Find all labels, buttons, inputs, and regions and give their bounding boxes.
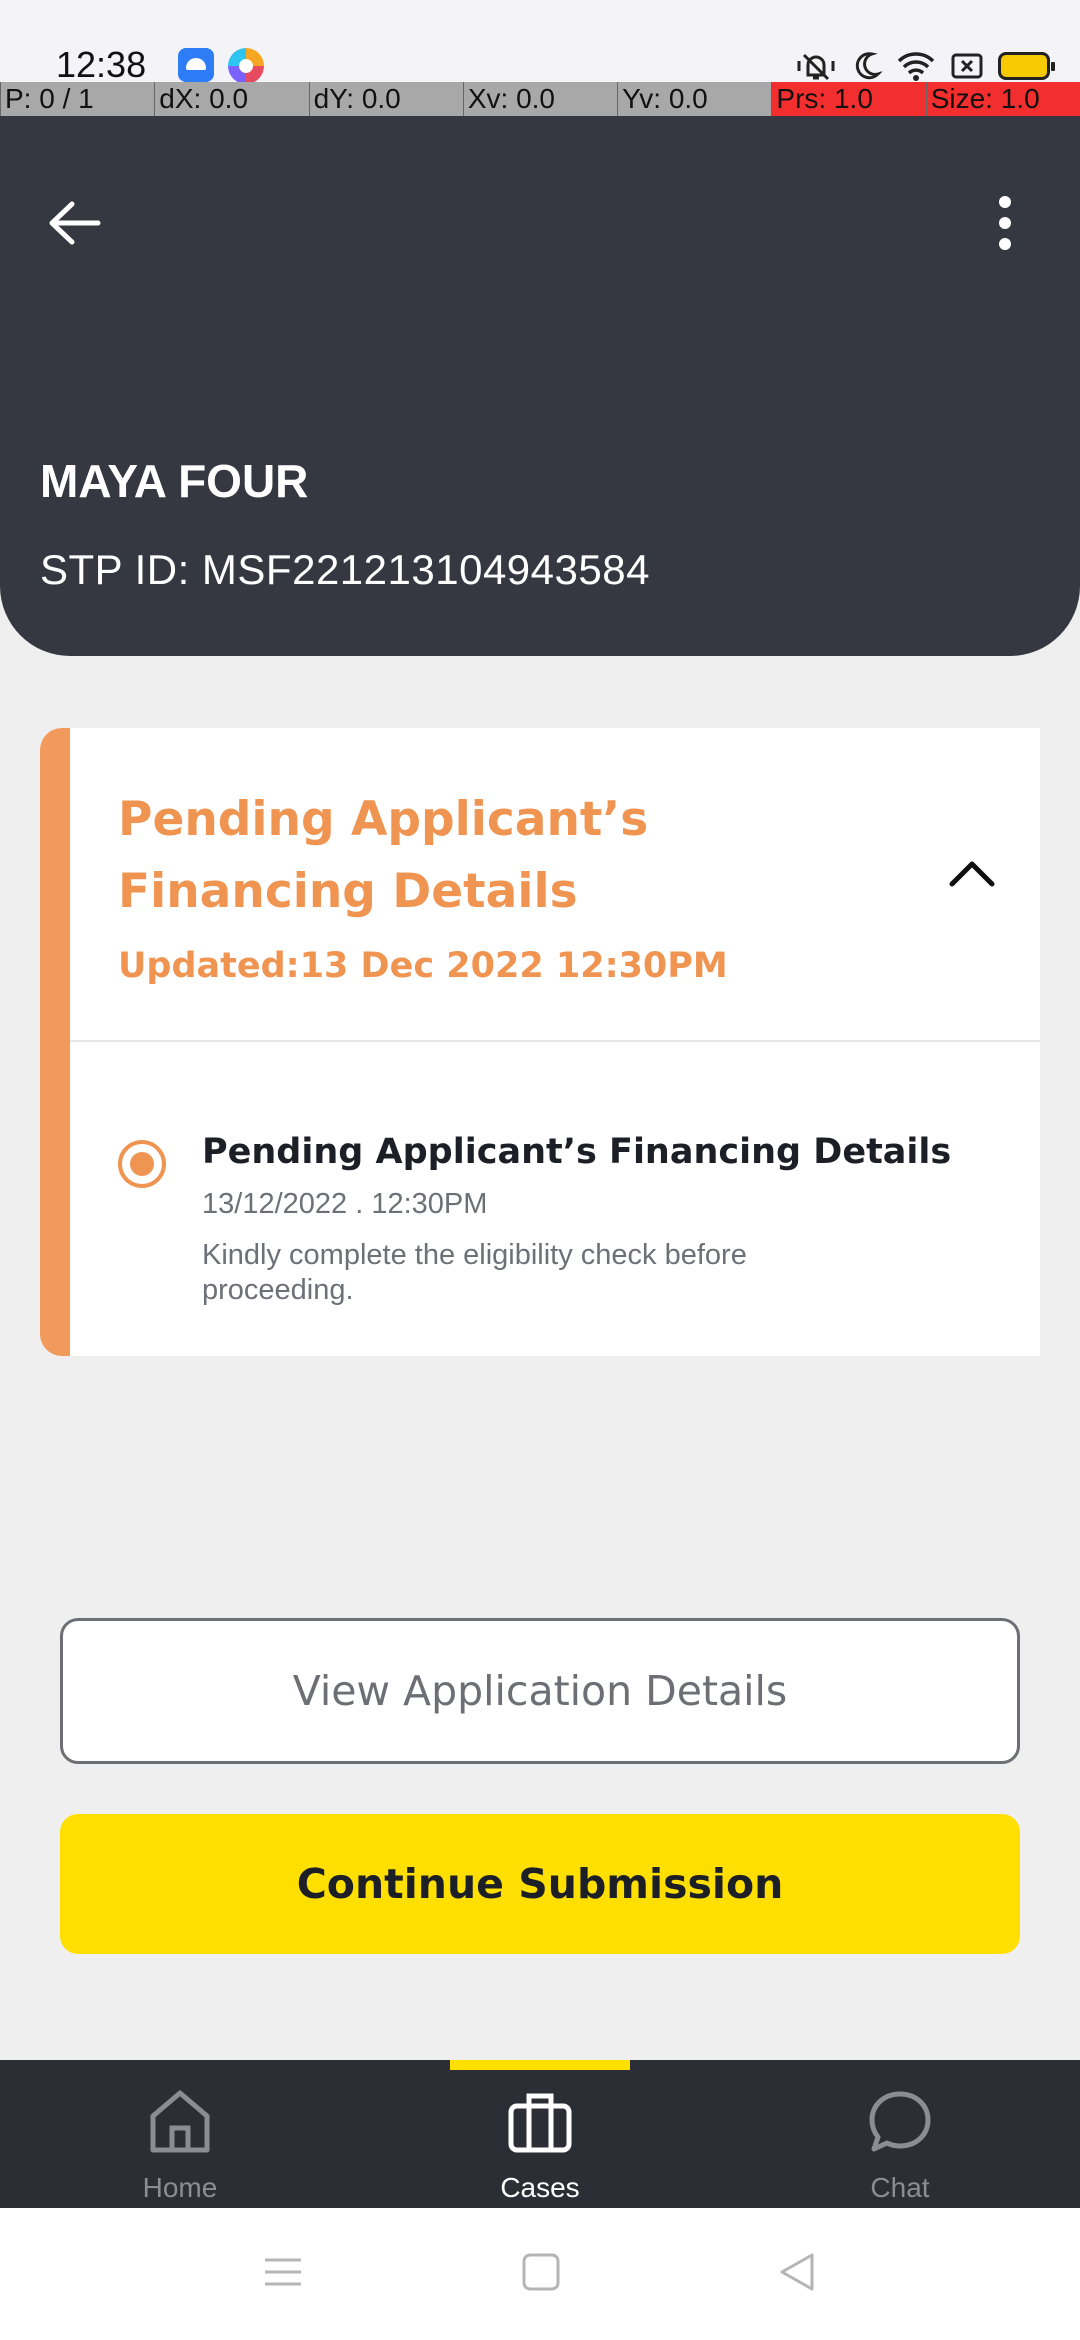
case-header: MAYA FOUR STP ID: MSF221213104943584 (0, 116, 1080, 656)
status-card: Pending Applicant’s Financing Details Up… (40, 728, 1040, 1356)
card-accent-bar (40, 728, 70, 1356)
bottom-navigation: Home Cases Chat (0, 2060, 1080, 2208)
view-application-details-button[interactable]: View Application Details (60, 1618, 1020, 1764)
step-description: Kindly complete the eligibility check be… (202, 1239, 747, 1306)
debug-dx: dX: 0.0 (154, 82, 308, 116)
mute-icon (797, 53, 835, 81)
recent-apps-icon[interactable] (262, 2252, 304, 2292)
debug-xv: Xv: 0.0 (462, 82, 617, 116)
step-title: Pending Applicant’s Financing Details (202, 1132, 952, 1172)
browser-app-icon (228, 48, 264, 84)
debug-yv: Yv: 0.0 (617, 82, 771, 116)
screenshot-icon (951, 53, 983, 79)
debug-pointer: P: 0 / 1 (0, 82, 154, 116)
back-system-icon[interactable] (776, 2252, 818, 2292)
battery-icon (998, 52, 1055, 80)
pointer-debug-overlay: P: 0 / 1 dX: 0.0 dY: 0.0 Xv: 0.0 Yv: 0.0… (0, 82, 1080, 116)
step-status-indicator (118, 1140, 166, 1188)
card-title: Pending Applicant’s Financing Details (118, 792, 649, 919)
back-arrow-icon (49, 201, 101, 245)
status-bar: 12:38 (0, 0, 1080, 90)
nav-cases-label: Cases (500, 2172, 580, 2203)
moon-icon (855, 52, 882, 80)
briefcase-icon (508, 2093, 572, 2153)
home-system-icon[interactable] (520, 2252, 562, 2292)
status-icons (794, 48, 1055, 84)
chevron-up-icon (949, 861, 995, 887)
applicant-name: MAYA FOUR (40, 455, 309, 507)
continue-submission-button[interactable]: Continue Submission (60, 1814, 1020, 1954)
nav-home-label: Home (142, 2172, 218, 2203)
debug-size: Size: 1.0 (925, 82, 1080, 116)
wifi-icon (897, 52, 935, 81)
system-navigation-bar (0, 2208, 1080, 2340)
card-updated-time: Updated:13 Dec 2022 12:30PM (118, 946, 728, 986)
nav-cases[interactable]: Cases (360, 2060, 720, 2208)
back-button[interactable] (40, 188, 110, 258)
home-icon (150, 2090, 210, 2153)
step-date: 13/12/2022 . 12:30PM (202, 1188, 488, 1220)
more-vertical-icon (999, 196, 1011, 250)
android-app-icon (178, 48, 214, 82)
nav-home[interactable]: Home (0, 2060, 360, 2208)
stp-id: STP ID: MSF221213104943584 (40, 546, 650, 593)
debug-pressure: Prs: 1.0 (771, 82, 926, 116)
collapse-button[interactable] (944, 846, 1000, 902)
status-time: 12:38 (56, 44, 147, 85)
chat-icon (869, 2091, 931, 2152)
debug-dy: dY: 0.0 (308, 82, 463, 116)
nav-chat[interactable]: Chat (720, 2060, 1080, 2208)
nav-chat-label: Chat (870, 2172, 930, 2203)
more-options-button[interactable] (970, 188, 1040, 258)
card-divider (70, 1040, 1040, 1042)
